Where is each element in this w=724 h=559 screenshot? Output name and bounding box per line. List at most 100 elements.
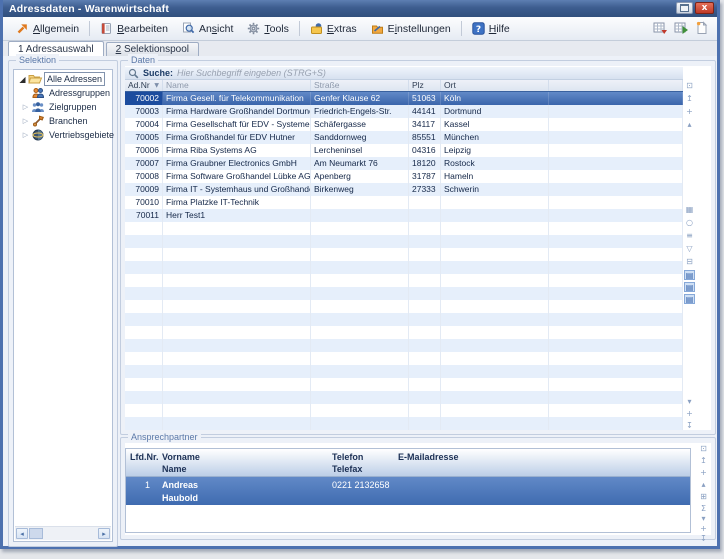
sort-desc-icon: ▼ xyxy=(154,80,159,91)
table-row[interactable]: 70005Firma Großhandel für EDV HutnerSand… xyxy=(125,131,683,144)
collapsed-expander-icon[interactable]: ▷ xyxy=(21,131,30,139)
contact-name: AndreasHaubold xyxy=(158,477,328,505)
tree-horizontal-scrollbar[interactable]: ◂ ▸ xyxy=(15,526,111,540)
contact-nr: 1 xyxy=(126,477,158,505)
grid-view-icon[interactable]: ▦ xyxy=(683,204,696,215)
tree-item-zielgruppen[interactable]: ▷ Zielgruppen xyxy=(14,100,112,114)
collapsed-expander-icon[interactable]: ▷ xyxy=(21,103,30,111)
table-row[interactable]: 70009Firma IT - Systemhaus und Großhande… xyxy=(125,183,683,196)
last-row-icon[interactable]: ↧ xyxy=(683,420,696,431)
address-table-header[interactable]: ▼Ad.NrNameStraßePlzOrt xyxy=(125,80,683,92)
cell-empty xyxy=(125,274,163,287)
column-header-ort[interactable]: Ort xyxy=(441,80,549,91)
menu-item-allgemein[interactable]: Allgemein xyxy=(9,20,86,37)
contact-table-header[interactable]: Lfd.Nr.VornameNameTelefonTelefaxE-Mailad… xyxy=(126,449,690,477)
column-header-straße[interactable]: Straße xyxy=(311,80,409,91)
table-row[interactable]: 70010Firma Platzke IT-Technik xyxy=(125,196,683,209)
header-line-2: Telefax xyxy=(332,463,390,475)
cell-empty xyxy=(125,339,163,352)
tree-item-branchen[interactable]: ▷Branchen xyxy=(14,114,112,128)
view-option-3-icon[interactable]: ▤ xyxy=(684,294,695,304)
restore-button[interactable] xyxy=(676,2,693,14)
view-option-1-icon[interactable]: ▤ xyxy=(684,270,695,280)
contact-nachname: Haubold xyxy=(162,492,324,505)
cell-ort: Rostock xyxy=(441,157,549,170)
export-table-red-icon[interactable] xyxy=(653,21,668,38)
cell-empty xyxy=(441,222,549,235)
cell-empty xyxy=(549,261,683,274)
cell-empty xyxy=(163,378,311,391)
new-document-icon[interactable] xyxy=(695,21,708,38)
last-row-icon[interactable]: ↧ xyxy=(697,533,710,544)
list-view-icon[interactable]: ≡ xyxy=(683,230,696,241)
cell-strasse: Lercheninsel xyxy=(311,144,409,157)
tree-item-vertriebsgebiete[interactable]: ▷Vertriebsgebiete xyxy=(14,128,112,142)
add-row-icon[interactable]: + xyxy=(683,408,696,419)
menu-item-hilfe[interactable]: ?Hilfe xyxy=(465,20,517,37)
cell-ort: Hameln xyxy=(441,170,549,183)
collapsed-expander-icon[interactable]: ▷ xyxy=(21,117,30,125)
contact-column-header-telefon[interactable]: TelefonTelefax xyxy=(328,449,394,476)
cell-empty xyxy=(409,313,441,326)
cell-plz: 27333 xyxy=(409,183,441,196)
contact-row[interactable]: 1AndreasHaubold0221 2132658 xyxy=(126,477,690,505)
copy-row-icon[interactable]: ⊡ xyxy=(683,80,696,91)
scrollbar-thumb[interactable] xyxy=(29,528,43,539)
cell-name: Firma Gesellschaft für EDV - Systeme xyxy=(163,118,311,131)
view-option-2-icon[interactable]: ▤ xyxy=(684,282,695,292)
table-row[interactable]: 70004Firma Gesellschaft für EDV - System… xyxy=(125,118,683,131)
table-row[interactable]: 70003Firma Hardware Großhandel DortmundF… xyxy=(125,105,683,118)
menu-item-ansicht[interactable]: Ansicht xyxy=(175,20,240,37)
cell-empty xyxy=(441,417,549,430)
scroll-left-button[interactable]: ◂ xyxy=(16,528,28,539)
menu-item-extras[interactable]: Extras xyxy=(303,20,364,37)
first-row-icon[interactable]: ↥ xyxy=(683,93,696,104)
prev-row-icon[interactable]: ▴ xyxy=(683,119,696,130)
table-row[interactable]: 70011Herr Test1 xyxy=(125,209,683,222)
column-header-ad-nr[interactable]: ▼Ad.Nr xyxy=(125,80,163,91)
copy-row-icon[interactable]: ⊡ xyxy=(697,443,710,454)
add-row-icon[interactable]: + xyxy=(697,467,710,478)
cell-empty xyxy=(125,365,163,378)
menu-item-einstellungen[interactable]: Einstellungen xyxy=(364,20,458,37)
menu-item-bearbeiten[interactable]: Bearbeiten xyxy=(93,20,175,37)
filter-icon[interactable]: ▽ xyxy=(683,243,696,254)
table-row[interactable]: 70007Firma Graubner Electronics GmbHAm N… xyxy=(125,157,683,170)
prev-row-icon[interactable]: ▴ xyxy=(697,479,710,490)
empty-table-row xyxy=(125,261,683,274)
cell-plz: 34117 xyxy=(409,118,441,131)
cell-empty xyxy=(549,300,683,313)
contact-column-header-vorname[interactable]: VornameName xyxy=(158,449,328,476)
search-bar[interactable]: Suche: Hier Suchbegriff eingeben (STRG+S… xyxy=(125,67,683,80)
contact-column-header-lfd-nr-[interactable]: Lfd.Nr. xyxy=(126,449,158,476)
column-header-name[interactable]: Name xyxy=(163,80,311,91)
next-row-icon[interactable]: ▾ xyxy=(683,396,696,407)
grid-view-icon[interactable]: ⊞ xyxy=(697,491,710,502)
scroll-right-button[interactable]: ▸ xyxy=(98,528,110,539)
daten-legend: Daten xyxy=(128,54,158,66)
table-row[interactable]: 70008Firma Software Großhandel Lübke AGA… xyxy=(125,170,683,183)
table-row[interactable]: 70006Firma Riba Systems AGLercheninsel04… xyxy=(125,144,683,157)
tree-item-label: Zielgruppen xyxy=(47,101,99,113)
add-row-icon[interactable]: + xyxy=(683,106,696,117)
menu-item-tools[interactable]: Tools xyxy=(240,20,296,37)
contact-column-header-e-mailadresse[interactable]: E-Mailadresse xyxy=(394,449,690,476)
expanded-expander-icon[interactable]: ◢ xyxy=(18,75,27,84)
tree-item-adressgruppen[interactable]: Adressgruppen xyxy=(14,86,112,100)
empty-table-row xyxy=(125,274,683,287)
cell-empty xyxy=(549,417,683,430)
search-input[interactable]: Hier Suchbegriff eingeben (STRG+S) xyxy=(177,68,326,78)
first-row-icon[interactable]: ↥ xyxy=(697,455,710,466)
table-row[interactable]: 70002Firma Gesell. für Telekommunikation… xyxy=(125,92,683,105)
close-button[interactable]: x xyxy=(695,2,714,14)
preview-icon[interactable]: ○ xyxy=(683,217,696,228)
cell-empty xyxy=(311,222,409,235)
cell-empty xyxy=(409,287,441,300)
tree-item-alle-adressen[interactable]: ◢Alle Adressen xyxy=(14,72,112,86)
column-header-plz[interactable]: Plz xyxy=(409,80,441,91)
address-table-body: 70002Firma Gesell. für Telekommunikation… xyxy=(125,92,683,430)
export-table-green-icon[interactable] xyxy=(674,21,689,38)
cell-empty xyxy=(311,248,409,261)
layout-icon[interactable]: ⊟ xyxy=(683,256,696,267)
menu-item-label: Ansicht xyxy=(199,23,233,35)
